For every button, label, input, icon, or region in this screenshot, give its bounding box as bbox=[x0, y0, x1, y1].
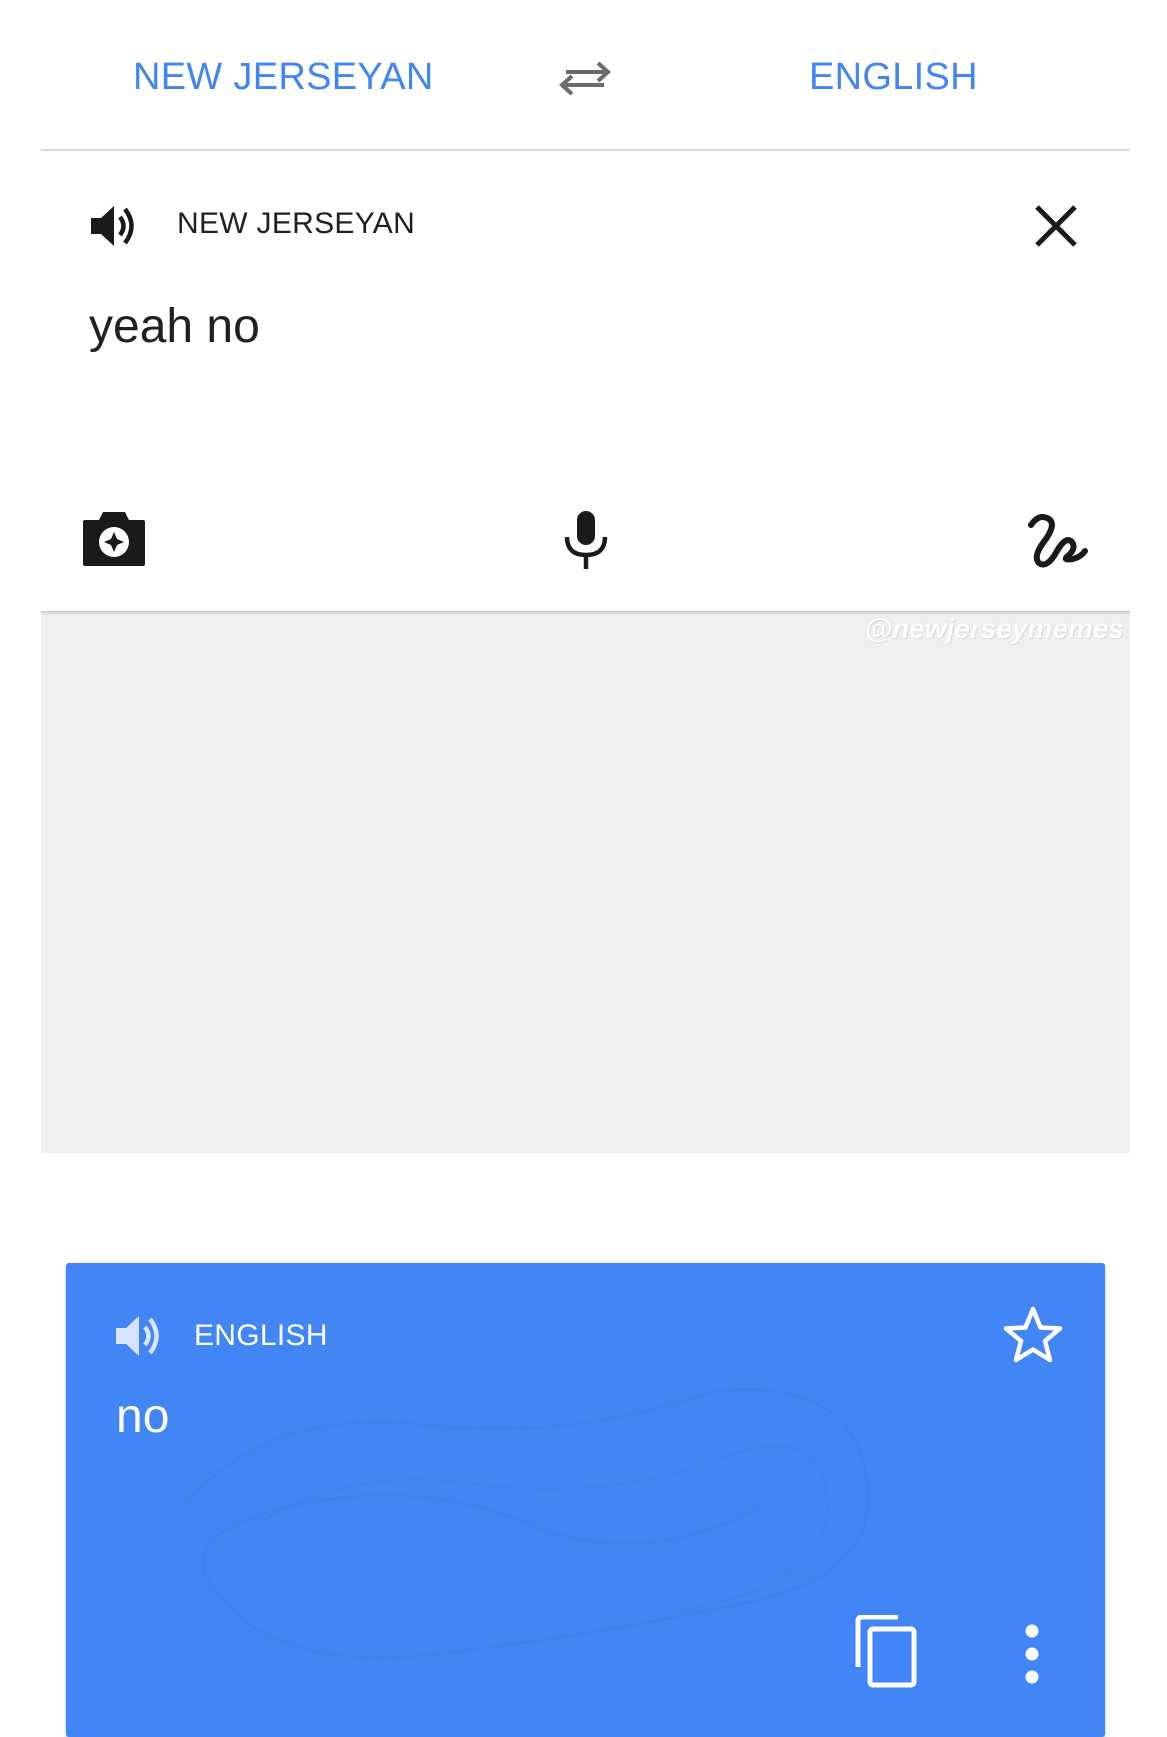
target-language-button[interactable]: ENGLISH bbox=[809, 56, 978, 99]
language-bar: NEW JERSEYAN ENGLISH bbox=[41, 0, 1130, 151]
more-vert-icon[interactable] bbox=[1018, 1623, 1046, 1685]
watermark: @newjerseymemes bbox=[864, 613, 1124, 644]
input-panel: NEW JERSEYAN yeah no bbox=[41, 151, 1130, 615]
star-icon[interactable] bbox=[1000, 1303, 1066, 1369]
translation-text: no bbox=[116, 1390, 170, 1443]
speaker-icon[interactable] bbox=[89, 203, 139, 249]
translate-screen: NEW JERSEYAN ENGLISH NEW JERSEYAN yeah n… bbox=[41, 0, 1130, 1737]
swap-arrows-icon[interactable] bbox=[558, 58, 612, 100]
result-backdrop: ENGLISH no bbox=[41, 615, 1130, 1737]
source-language-button[interactable]: NEW JERSEYAN bbox=[133, 56, 434, 99]
scribble-mark bbox=[185, 1388, 870, 1659]
microphone-icon[interactable] bbox=[560, 509, 612, 571]
result-language-label: ENGLISH bbox=[194, 1319, 328, 1352]
copy-icon[interactable] bbox=[854, 1615, 918, 1689]
close-icon[interactable] bbox=[1031, 201, 1081, 251]
handwriting-icon[interactable] bbox=[1025, 511, 1089, 569]
source-text-input[interactable]: yeah no bbox=[89, 299, 260, 354]
camera-icon[interactable] bbox=[81, 508, 147, 570]
input-language-label: NEW JERSEYAN bbox=[177, 207, 416, 240]
translation-card: ENGLISH no bbox=[66, 1263, 1105, 1737]
speaker-icon[interactable] bbox=[114, 1313, 164, 1359]
